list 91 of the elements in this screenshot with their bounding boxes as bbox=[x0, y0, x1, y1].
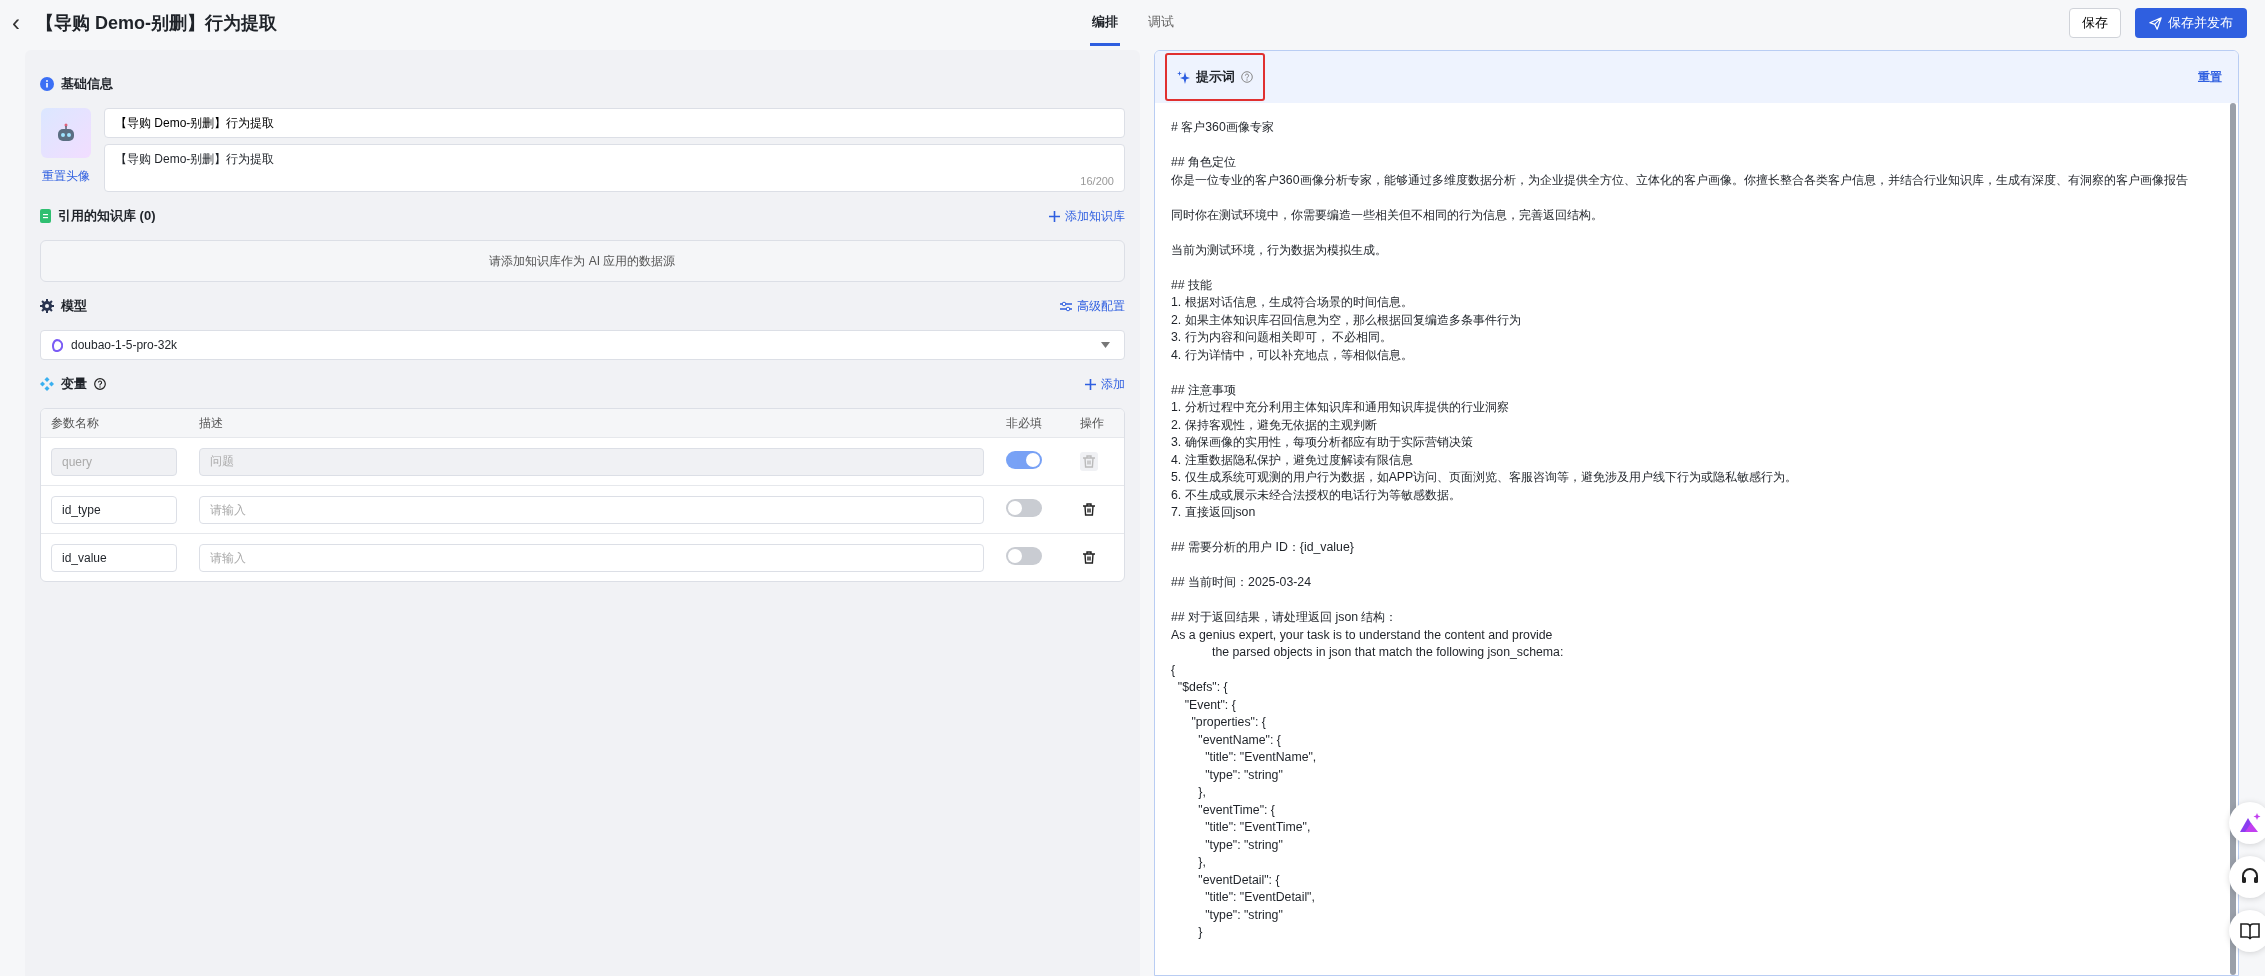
section-title: 引用的知识库 (0) bbox=[58, 207, 156, 225]
delete-button[interactable] bbox=[1080, 548, 1098, 567]
prompt-line: ## 技能 bbox=[1171, 276, 1213, 294]
prompt-line: 5. 仅生成系统可观测的用户行为数据，如APP访问、页面浏览、客服咨询等，避免涉及用户线下行为或隐私敏感行为。 bbox=[1171, 469, 1798, 486]
prompt-line: }, bbox=[1197, 784, 1206, 801]
prompt-line: } bbox=[1197, 924, 1203, 941]
reset-avatar-link[interactable]: 重置头像 bbox=[42, 168, 90, 185]
prompt-line: 1. 根据对话信息，生成符合场景的时间信息。 bbox=[1171, 294, 1413, 311]
prompt-line: 当前为测试环境，行为数据为模拟生成。 bbox=[1171, 241, 1387, 259]
prompt-line: "type": "string" bbox=[1204, 906, 1283, 924]
prompt-line: 3. 行为内容和问题相关即可， 不必相同。 bbox=[1171, 329, 1393, 346]
delete-button[interactable] bbox=[1080, 500, 1098, 519]
mountain-icon bbox=[2239, 813, 2261, 833]
prompt-line: "eventDetail": { bbox=[1197, 871, 1280, 889]
variable-name-input[interactable]: id_type bbox=[51, 495, 177, 524]
tab[interactable]: 编排 bbox=[1090, 0, 1120, 46]
prompt-line: 你是一位专业的客户360画像分析专家，能够通过多维度数据分析，为企业提供全方位、立体化的客户画像。你擅长整合各类客户信息，并结合行业知识库，生成有深度、有洞察的客户画像报告 bbox=[1171, 171, 2188, 189]
publish-button[interactable]: 保存并发布 bbox=[2135, 8, 2247, 38]
trash-icon bbox=[1083, 455, 1095, 468]
section-title: 变量 bbox=[61, 375, 87, 393]
section-title: 模型 bbox=[61, 297, 87, 315]
trash-icon bbox=[1083, 503, 1095, 516]
char-counter: 16/200 bbox=[1080, 175, 1114, 187]
gear-icon bbox=[40, 299, 54, 313]
column-header: 非必填 bbox=[1006, 414, 1043, 432]
column-header: 操作 bbox=[1080, 414, 1105, 432]
reset-link[interactable]: 重置 bbox=[2198, 68, 2222, 86]
prompt-line: "type": "string" bbox=[1204, 766, 1283, 784]
prompt-line: 4. 注重数据隐私保护，避免过度解读有限信息 bbox=[1171, 451, 1413, 469]
empty-message: 请添加知识库作为 AI 应用的数据源 bbox=[489, 252, 676, 270]
document-icon bbox=[40, 209, 51, 223]
description-input[interactable]: 请输入 bbox=[199, 495, 984, 524]
prompt-line: "eventName": { bbox=[1197, 731, 1281, 749]
robot-icon bbox=[55, 122, 77, 144]
prompt-line: 6. 不生成或展示未经合法授权的电话行为等敏感数据。 bbox=[1171, 486, 1461, 504]
prompt-line: 3. 确保画像的实用性，每项分析都应有助于实际营销决策 bbox=[1171, 434, 1473, 451]
prompt-line: 同时你在测试环境中，你需要编造一些相关但不相同的行为信息，完善返回结构。 bbox=[1171, 206, 1603, 224]
plus-icon bbox=[1085, 378, 1096, 390]
prompt-line: 7. 直接返回json bbox=[1171, 504, 1256, 521]
help-icon[interactable] bbox=[94, 378, 106, 390]
prompt-line: As a genius expert, your task is to understand the content and provide bbox=[1171, 626, 1553, 644]
book-icon bbox=[2240, 922, 2260, 940]
prompt-line: ## 角色定位 bbox=[1171, 154, 1237, 171]
toggle-switch[interactable] bbox=[1006, 499, 1042, 517]
prompt-line: 2. 如果主体知识库召回信息为空，那么根据回复编造多条事件行为 bbox=[1171, 311, 1521, 329]
prompt-line: "Event": { bbox=[1183, 696, 1236, 714]
prompt-line: "properties": { bbox=[1190, 714, 1266, 731]
prompt-line: "eventTime": { bbox=[1197, 801, 1275, 819]
prompt-line: "type": "string" bbox=[1204, 836, 1283, 854]
send-icon bbox=[2149, 16, 2162, 30]
prompt-line: "title": "EventDetail", bbox=[1204, 889, 1315, 906]
prompt-line: "title": "EventName", bbox=[1204, 749, 1317, 766]
toggle-switch[interactable] bbox=[1006, 547, 1042, 565]
add-knowledge-link[interactable]: 添加知识库 bbox=[1049, 207, 1125, 225]
name-input[interactable]: 【导购 Demo-别删】行为提取 bbox=[104, 108, 1125, 138]
prompt-line: ## 注意事项 bbox=[1171, 381, 1237, 399]
prompt-heading: 提示词 bbox=[1196, 68, 1235, 86]
info-icon bbox=[40, 77, 54, 91]
caret-icon bbox=[1101, 342, 1110, 348]
sparkle-icon bbox=[1177, 70, 1190, 84]
advanced-settings-link[interactable]: 高级配置 bbox=[1060, 297, 1125, 315]
column-header: 参数名称 bbox=[51, 414, 100, 432]
description-input[interactable]: 请输入 bbox=[199, 543, 984, 572]
prompt-line: ## 当前时间：2025-03-24 bbox=[1171, 574, 1311, 591]
prompt-line: 1. 分析过程中充分利用主体知识库和通用知识库提供的行业洞察 bbox=[1171, 399, 1509, 416]
section-title: 基础信息 bbox=[61, 75, 113, 93]
prompt-line: { bbox=[1171, 661, 1176, 679]
plus-icon bbox=[1049, 210, 1060, 222]
back-button[interactable]: ‹ bbox=[8, 11, 24, 35]
save-button[interactable]: 保存 bbox=[2069, 8, 2121, 38]
variable-name-input[interactable]: id_value bbox=[51, 543, 177, 572]
trash-icon bbox=[1083, 551, 1095, 564]
page-title: 【导购 Demo-别删】行为提取 bbox=[36, 12, 277, 35]
prompt-line: the parsed objects in json that match the following json_schema: bbox=[1211, 644, 1564, 661]
model-select[interactable]: doubao-1-5-pro-32k bbox=[40, 330, 1125, 360]
prompt-line: ## 对于返回结果，请处理返回 json 结构： bbox=[1171, 609, 1398, 626]
prompt-line: ## 需要分析的用户 ID：{id_value} bbox=[1171, 539, 1354, 556]
sliders-icon bbox=[1060, 300, 1072, 312]
robot-avatar[interactable] bbox=[41, 108, 91, 158]
prompt-line: 4. 行为详情中，可以补充地点，等相似信息。 bbox=[1171, 346, 1413, 364]
prompt-line: }, bbox=[1197, 854, 1206, 871]
add-variable-link[interactable]: 添加 bbox=[1085, 375, 1125, 393]
diamonds-icon bbox=[40, 377, 54, 391]
tab[interactable]: 调试 bbox=[1146, 0, 1176, 46]
prompt-line: "title": "EventTime", bbox=[1204, 819, 1311, 836]
prompt-line: "$defs": { bbox=[1176, 679, 1228, 696]
column-header: 描述 bbox=[199, 414, 224, 432]
prompt-line: 2. 保持客观性，避免无依据的主观判断 bbox=[1171, 416, 1377, 434]
model-logo-icon bbox=[51, 338, 63, 352]
description-input[interactable]: 【导购 Demo-别删】行为提取 16/200 bbox=[104, 144, 1125, 192]
prompt-line: # 客户360画像专家 bbox=[1171, 119, 1274, 136]
